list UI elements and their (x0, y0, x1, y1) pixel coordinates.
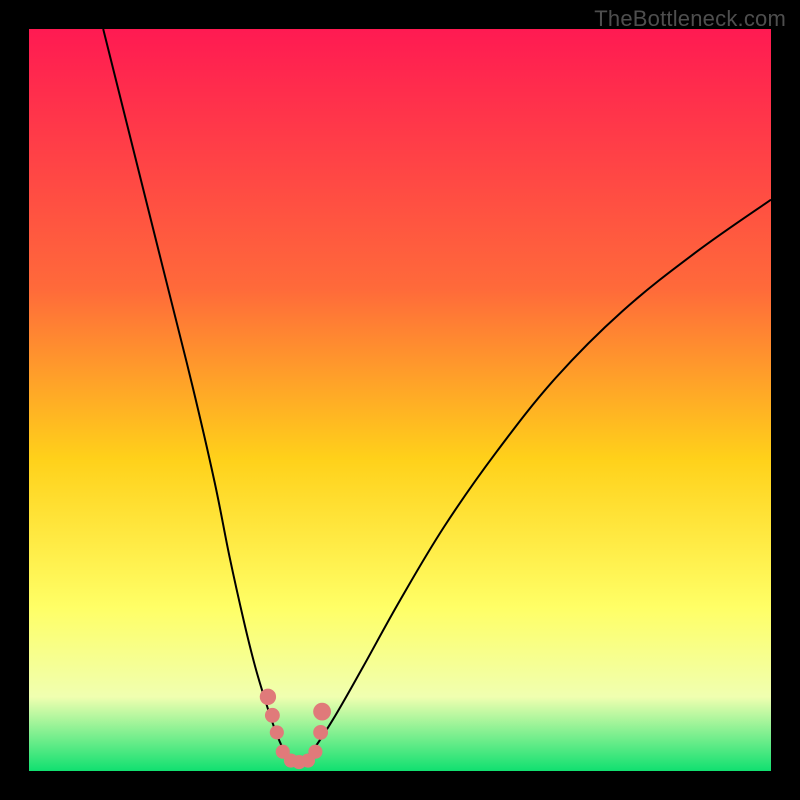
chart-frame: TheBottleneck.com (0, 0, 800, 800)
data-marker (313, 725, 328, 740)
data-marker (313, 703, 331, 721)
data-marker (308, 745, 322, 759)
data-marker (270, 725, 284, 739)
plot-area (29, 29, 771, 771)
data-marker (265, 708, 280, 723)
data-marker (260, 689, 276, 705)
watermark-text: TheBottleneck.com (594, 6, 786, 32)
bottleneck-chart (29, 29, 771, 771)
gradient-background (29, 29, 771, 771)
